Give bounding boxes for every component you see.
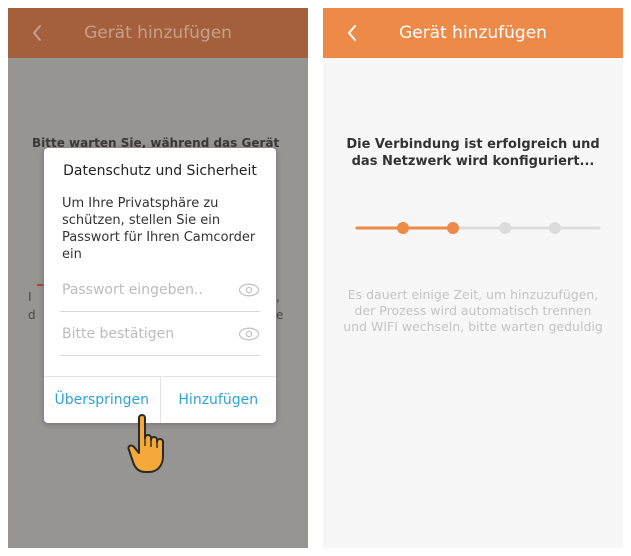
left-header-title: Gerät hinzufügen <box>84 23 232 43</box>
right-phone-screen: Gerät hinzufügen Die Verbindung ist erfo… <box>323 8 623 548</box>
left-header-bar: Gerät hinzufügen <box>8 8 308 58</box>
privacy-security-dialog: Datenschutz und Sicherheit Um Ihre Priva… <box>44 148 276 423</box>
background-text-fragment: I <box>28 290 32 304</box>
confirm-password-input[interactable] <box>60 319 222 349</box>
left-phone-screen: Gerät hinzufügen Bitte warten Sie, währe… <box>8 8 308 548</box>
right-back-button[interactable] <box>337 16 367 50</box>
right-header-bar: Gerät hinzufügen <box>323 8 623 58</box>
hand-pointer-icon <box>127 414 164 473</box>
confirm-password-field <box>60 319 260 356</box>
background-text-fragment: , <box>276 290 280 304</box>
dialog-message: Um Ihre Privatsphäre zu schützen, stelle… <box>62 196 256 262</box>
eye-icon[interactable] <box>238 325 260 343</box>
wait-hint-text: Es dauert einige Zeit, um hinzuzufügen, … <box>343 287 603 334</box>
right-header-title: Gerät hinzufügen <box>399 23 547 43</box>
chevron-left-icon <box>347 25 356 41</box>
background-text-fragment: d <box>28 308 36 322</box>
background-progress-fragment <box>37 284 43 286</box>
connection-status-text: Die Verbindung ist erfolgreich und das N… <box>346 137 600 169</box>
password-input[interactable] <box>60 275 222 305</box>
dialog-title: Datenschutz und Sicherheit <box>63 163 257 179</box>
chevron-left-icon <box>32 25 41 41</box>
left-back-button[interactable] <box>22 16 52 50</box>
background-text-fragment: e <box>276 308 284 322</box>
password-field <box>60 275 260 312</box>
eye-icon[interactable] <box>238 281 260 299</box>
